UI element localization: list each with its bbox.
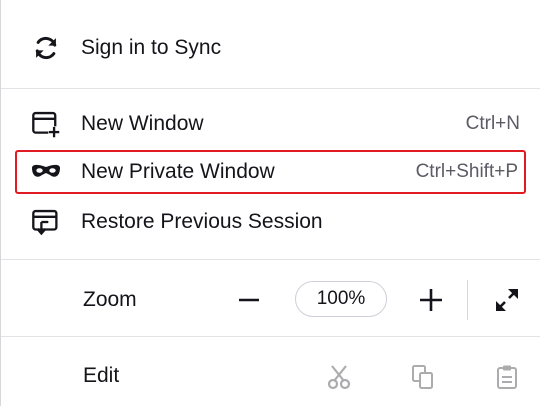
edit-controls: Edit <box>15 354 526 398</box>
clipboard-icon <box>497 365 517 389</box>
zoom-out-button[interactable] <box>231 282 267 318</box>
plus-icon <box>420 289 442 311</box>
scissors-icon <box>327 365 351 390</box>
zoom-divider <box>467 280 468 320</box>
restore-previous-session-item[interactable]: Restore Previous Session <box>15 200 526 244</box>
edit-label: Edit <box>83 364 120 387</box>
minus-icon <box>239 298 259 302</box>
cut-button[interactable] <box>321 360 357 394</box>
new-private-window-label: New Private Window <box>81 160 275 183</box>
zoom-level-value: 100% <box>316 288 366 309</box>
sync-icon <box>29 31 63 65</box>
menu-separator <box>1 259 540 260</box>
new-window-item[interactable]: New Window Ctrl+N <box>15 102 526 146</box>
menu-separator <box>1 336 540 337</box>
fullscreen-expand-icon <box>496 289 518 311</box>
app-menu-panel: Sign in to Sync New Window Ctrl+N New Pr… <box>0 0 540 406</box>
new-private-window-shortcut: Ctrl+Shift+P <box>415 161 518 182</box>
new-private-window-item[interactable]: New Private Window Ctrl+Shift+P <box>15 150 526 194</box>
zoom-controls: Zoom 100% <box>15 276 526 324</box>
restore-previous-session-label: Restore Previous Session <box>81 210 323 233</box>
zoom-label: Zoom <box>83 288 137 311</box>
zoom-in-button[interactable] <box>413 282 449 318</box>
sign-in-to-sync-label: Sign in to Sync <box>81 36 222 59</box>
copy-icon <box>412 365 433 389</box>
new-window-shortcut: Ctrl+N <box>465 113 520 134</box>
new-window-label: New Window <box>81 112 204 135</box>
new-window-icon <box>29 107 63 141</box>
copy-button[interactable] <box>405 360 441 394</box>
fullscreen-button[interactable] <box>489 282 525 318</box>
zoom-reset-button[interactable]: 100% <box>295 281 387 317</box>
paste-button[interactable] <box>489 360 525 394</box>
restore-session-icon <box>29 205 63 239</box>
sign-in-to-sync-item[interactable]: Sign in to Sync <box>15 26 526 70</box>
menu-separator <box>1 88 540 89</box>
private-mask-icon <box>29 155 63 189</box>
